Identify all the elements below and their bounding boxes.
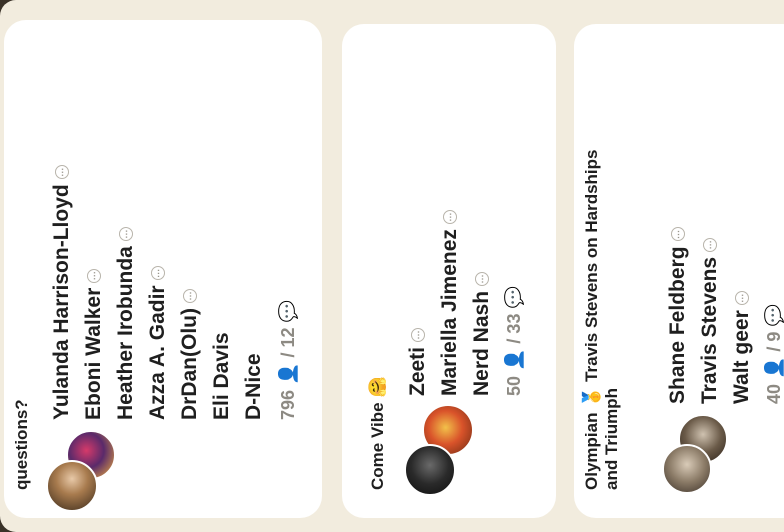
speaker-name[interactable]: Zeeti⋯	[406, 327, 430, 396]
speaker-name[interactable]: D-Nice	[242, 353, 266, 420]
info-icon[interactable]: ⋯	[183, 289, 198, 303]
speaker-avatar	[662, 444, 712, 494]
room-title-line2: and Triumph	[602, 388, 621, 490]
room-card[interactable]: Come Vibe 🤗 Zeeti⋯ Mariella Jimenez⋯ Ner…	[342, 24, 556, 518]
speaker-name[interactable]: Travis Stevens⋯	[698, 237, 722, 404]
info-icon[interactable]: ⋯	[735, 291, 750, 306]
speaker-name[interactable]: Shane Feldberg⋯	[666, 227, 690, 404]
speaker-avatar	[404, 444, 456, 496]
speaker-name[interactable]: Yulanda Harrison-Lloyd⋯	[50, 165, 74, 420]
speaker-name[interactable]: Mariella Jimenez⋯	[438, 210, 462, 396]
room-stats: 796 👤 / 12 💬	[278, 300, 298, 420]
room-card[interactable]: Olympian 🥇 Travis Stevens on Hardships a…	[574, 24, 784, 518]
info-icon[interactable]: ⋯	[703, 237, 718, 252]
room-card[interactable]: questions? Yulanda Harrison-Lloyd⋯ Eboni…	[4, 20, 322, 518]
speaker-name[interactable]: Nerd Nash⋯	[470, 271, 494, 396]
speaker-avatar	[46, 460, 98, 512]
room-stats: 40 👤 / 9 💬	[764, 304, 784, 404]
speaker-name[interactable]: Eboni Walker⋯	[82, 268, 106, 420]
speaker-name[interactable]: DrDan(Olu)⋯	[178, 289, 202, 420]
speaker-name[interactable]: Eli Davis	[210, 332, 234, 420]
info-icon[interactable]: ⋯	[443, 210, 458, 225]
speaker-name[interactable]: Azza A. Gadir⋯	[146, 266, 170, 420]
info-icon[interactable]: ⋯	[87, 268, 102, 283]
room-title: Olympian 🥇 Travis Stevens on Hardships	[582, 149, 601, 491]
speaker-name[interactable]: Heather Irobunda⋯	[114, 227, 138, 420]
room-title: questions?	[12, 399, 31, 490]
info-icon[interactable]: ⋯	[475, 271, 490, 286]
room-title: Come Vibe 🤗	[368, 376, 387, 490]
info-icon[interactable]: ⋯	[55, 165, 70, 180]
speaker-name[interactable]: Walt geer⋯	[730, 291, 754, 404]
info-icon[interactable]: ⋯	[119, 227, 134, 242]
info-icon[interactable]: ⋯	[151, 266, 166, 281]
app-background: ◦ ◦ questions? Yulanda Harrison-Lloyd⋯ E…	[0, 0, 784, 532]
info-icon[interactable]: ⋯	[411, 327, 426, 342]
info-icon[interactable]: ⋯	[671, 227, 686, 242]
room-stats: 50 👤 / 33 💬	[504, 286, 524, 396]
